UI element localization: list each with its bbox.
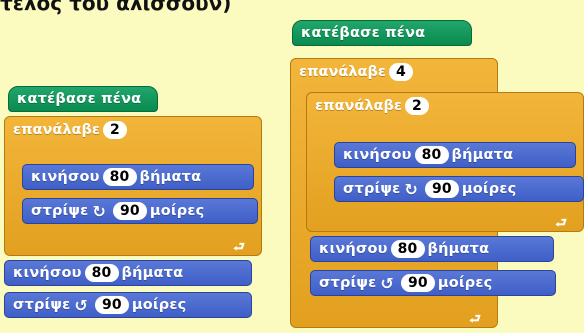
scratch-scripts-canvas: τελος του αλισσουν) κατέβασε πένα επανάλ… xyxy=(0,0,584,333)
repeat-label: επανάλαβε xyxy=(13,122,100,138)
turn-right-icon: ↻ xyxy=(92,201,106,221)
right-inner-turn-block[interactable]: στρίψε ↻ 90 μοίρες xyxy=(334,176,584,202)
right-pen-down-block[interactable]: κατέβασε πένα xyxy=(292,20,472,46)
turn-degrees-input[interactable]: 90 xyxy=(424,180,459,198)
move-label: κινήσου xyxy=(13,265,82,281)
turn-degrees-input[interactable]: 90 xyxy=(94,296,129,314)
degrees-label: μοίρες xyxy=(131,297,187,313)
loop-arrow-icon: ⮐ xyxy=(555,216,567,231)
left-inner-turn-block[interactable]: στρίψε ↻ 90 μοίρες xyxy=(22,198,258,224)
steps-label: βήματα xyxy=(121,265,184,281)
left-turn-block[interactable]: στρίψε ↺ 90 μοίρες xyxy=(4,292,252,318)
steps-label: βήματα xyxy=(451,147,514,163)
turn-degrees-input[interactable]: 90 xyxy=(400,274,435,292)
turn-label: στρίψε xyxy=(13,297,71,313)
pen-down-label: κατέβασε πένα xyxy=(301,25,426,41)
right-turn-block[interactable]: στρίψε ↺ 90 μοίρες xyxy=(310,270,556,296)
pen-down-label: κατέβασε πένα xyxy=(17,91,142,107)
loop-arrow-icon: ⮐ xyxy=(233,240,245,255)
turn-right-icon: ↻ xyxy=(404,179,418,199)
repeat-header: επανάλαβε 2 xyxy=(5,117,130,143)
repeat-label: επανάλαβε xyxy=(315,98,402,114)
turn-degrees-input[interactable]: 90 xyxy=(112,202,147,220)
repeat-footer: ⮐ xyxy=(5,241,261,255)
repeat-header: επανάλαβε 4 xyxy=(291,59,416,85)
steps-label: βήματα xyxy=(427,241,490,257)
degrees-label: μοίρες xyxy=(461,181,517,197)
move-label: κινήσου xyxy=(343,147,412,163)
left-move-block[interactable]: κινήσου 80 βήματα xyxy=(4,260,252,286)
turn-left-icon: ↺ xyxy=(74,295,88,315)
left-inner-move-block[interactable]: κινήσου 80 βήματα xyxy=(22,164,254,190)
move-label: κινήσου xyxy=(319,241,388,257)
turn-label: στρίψε xyxy=(319,275,377,291)
move-steps-input[interactable]: 80 xyxy=(390,240,425,258)
repeat-count-input[interactable]: 4 xyxy=(388,63,413,81)
repeat-label: επανάλαβε xyxy=(299,64,386,80)
repeat-count-input[interactable]: 2 xyxy=(404,97,429,115)
move-label: κινήσου xyxy=(31,169,100,185)
degrees-label: μοίρες xyxy=(437,275,493,291)
turn-left-icon: ↺ xyxy=(380,273,394,293)
turn-label: στρίψε xyxy=(31,203,89,219)
repeat-footer: ⮐ xyxy=(307,217,583,231)
truncated-heading-text: τελος του αλισσουν) xyxy=(0,0,232,15)
right-inner-move-block[interactable]: κινήσου 80 βήματα xyxy=(334,142,576,168)
repeat-footer: ⮐ xyxy=(291,313,497,327)
loop-arrow-icon: ⮐ xyxy=(469,312,481,327)
degrees-label: μοίρες xyxy=(149,203,205,219)
turn-label: στρίψε xyxy=(343,181,401,197)
left-pen-down-block[interactable]: κατέβασε πένα xyxy=(8,86,158,112)
move-steps-input[interactable]: 80 xyxy=(84,264,119,282)
right-move-block[interactable]: κινήσου 80 βήματα xyxy=(310,236,554,262)
repeat-count-input[interactable]: 2 xyxy=(102,121,127,139)
repeat-header: επανάλαβε 2 xyxy=(307,93,432,119)
move-steps-input[interactable]: 80 xyxy=(102,168,137,186)
steps-label: βήματα xyxy=(139,169,202,185)
move-steps-input[interactable]: 80 xyxy=(414,146,449,164)
